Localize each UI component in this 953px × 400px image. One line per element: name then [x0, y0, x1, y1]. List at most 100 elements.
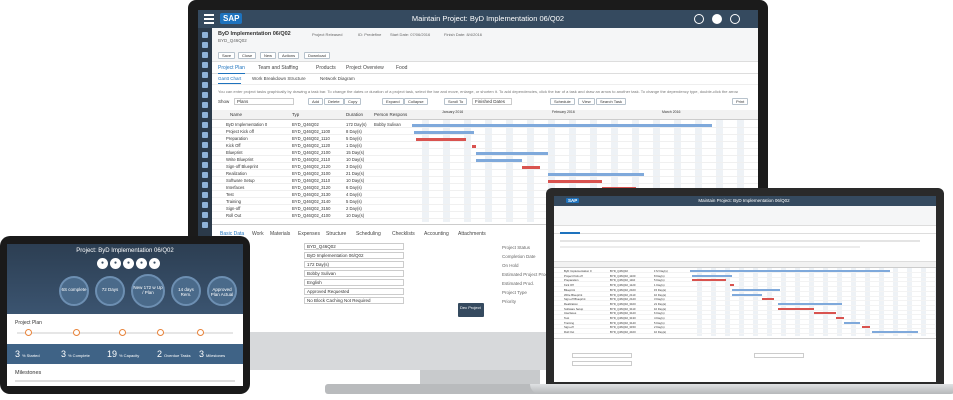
- dtab-structure[interactable]: Structure: [326, 231, 346, 237]
- gantt-task-bar[interactable]: [412, 124, 712, 127]
- dtab-attachments[interactable]: Attachments: [458, 231, 486, 237]
- avatar[interactable]: [712, 14, 722, 24]
- gantt-task-bar[interactable]: [548, 180, 602, 183]
- nav-icon[interactable]: [202, 192, 208, 198]
- milestone-marker[interactable]: [197, 329, 204, 336]
- kpi-circle[interactable]: Approved Plan Actual: [207, 276, 237, 306]
- nav-icon[interactable]: [202, 202, 208, 208]
- nav-icon[interactable]: [202, 152, 208, 158]
- tab-products[interactable]: Products: [316, 65, 336, 71]
- laptop-gantt-bar[interactable]: [762, 298, 774, 301]
- table-row[interactable]: Sign-off Blueprint BYD_Q46Q02_2120 3 Day(s…: [212, 164, 758, 170]
- laptop-gantt-bar[interactable]: [836, 317, 844, 319]
- nav-icon[interactable]: [202, 182, 208, 188]
- nav-home-icon[interactable]: [202, 32, 208, 38]
- laptop-table-row[interactable]: Sign-off Blueprint BYD_Q46Q02_2120 3 Day(s…: [554, 297, 936, 302]
- laptop-table-row[interactable]: Realization BYD_Q46Q02_3100 21 Day(s): [554, 302, 936, 306]
- laptop-table-row[interactable]: Preparation BYD_Q46Q02_1110 5 Day(s): [554, 278, 936, 283]
- tab-project-overview[interactable]: Project Overview: [346, 65, 384, 71]
- gantt-task-bar[interactable]: [522, 166, 540, 169]
- add-button[interactable]: Add: [308, 98, 324, 105]
- laptop-gantt-bar[interactable]: [778, 302, 842, 305]
- table-row[interactable]: Kick Off BYD_Q46Q02_1120 1 Day(s): [212, 143, 758, 149]
- nav-icon[interactable]: [202, 112, 208, 118]
- tablet-nav-icon[interactable]: ●: [149, 258, 160, 269]
- help-icon[interactable]: [730, 14, 740, 24]
- nav-icon[interactable]: [202, 212, 208, 218]
- subtab-wbs[interactable]: Work Breakdown Structure: [252, 76, 306, 81]
- laptop-field[interactable]: [572, 353, 632, 358]
- laptop-active-tab[interactable]: [560, 232, 580, 234]
- table-row[interactable]: Software Setup BYD_Q46Q02_3110 10 Day(s): [212, 178, 758, 184]
- nav-icon[interactable]: [202, 52, 208, 58]
- tab-food[interactable]: Food: [396, 65, 407, 71]
- gantt-task-bar[interactable]: [472, 145, 476, 148]
- laptop-gantt-bar[interactable]: [692, 274, 732, 277]
- table-row[interactable]: Preparation BYD_Q46Q02_1110 5 Day(s): [212, 136, 758, 142]
- laptop-table-row[interactable]: Test BYD_Q46Q02_3130 4 Day(s): [554, 316, 936, 320]
- dtab-work[interactable]: Work: [252, 231, 264, 237]
- schedule-button[interactable]: Schedule: [550, 98, 575, 105]
- tablet-nav-icon[interactable]: ●: [97, 258, 108, 269]
- laptop-table-row[interactable]: Project Kick off BYD_Q46Q02_1100 8 Day(s): [554, 274, 936, 278]
- dropdown-tag[interactable]: Dec Project: [458, 303, 484, 317]
- laptop-table-row[interactable]: Software Setup BYD_Q46Q02_3110 10 Day(s): [554, 307, 936, 311]
- milestone-marker[interactable]: [73, 329, 80, 336]
- download-button[interactable]: Download: [304, 52, 330, 59]
- responsible-field[interactable]: Bobby Sulivan: [304, 270, 404, 277]
- tab-team-staffing[interactable]: Team and Staffing: [258, 65, 298, 71]
- milestone-marker[interactable]: [157, 329, 164, 336]
- nav-icon[interactable]: [202, 42, 208, 48]
- delete-button[interactable]: Delete: [324, 98, 344, 105]
- copy-button[interactable]: Copy: [344, 98, 362, 105]
- expand-button[interactable]: Expand: [382, 98, 404, 105]
- gantt-task-bar[interactable]: [476, 159, 522, 162]
- laptop-table-row[interactable]: Kick Off BYD_Q46Q02_1120 1 Day(s): [554, 283, 936, 288]
- print-button[interactable]: Print: [732, 98, 749, 105]
- nav-icon[interactable]: [202, 222, 208, 228]
- new-button[interactable]: New: [260, 52, 277, 59]
- search-task-button[interactable]: Search Task: [596, 98, 626, 105]
- nav-icon[interactable]: [202, 132, 208, 138]
- tablet-nav-icon[interactable]: ●: [136, 258, 147, 269]
- laptop-gantt-bar[interactable]: [692, 279, 726, 282]
- search-icon[interactable]: [694, 14, 704, 24]
- nav-icon[interactable]: [202, 162, 208, 168]
- laptop-gantt-bar[interactable]: [732, 293, 762, 296]
- gantt-task-bar[interactable]: [548, 173, 644, 176]
- project-name-field[interactable]: ByD Implementation 06/Q02: [304, 252, 404, 259]
- nav-icon[interactable]: [202, 102, 208, 108]
- dtab-checklists[interactable]: Checklists: [392, 231, 415, 237]
- gantt-task-bar[interactable]: [414, 131, 474, 134]
- laptop-gantt-bar[interactable]: [862, 326, 870, 329]
- subtab-gantt[interactable]: Gantt Chart: [218, 76, 242, 84]
- tab-project-plan[interactable]: Project Plan: [218, 65, 245, 74]
- collapse-button[interactable]: Collapse: [404, 98, 428, 105]
- dtab-expenses[interactable]: Expenses: [298, 231, 320, 237]
- col-name[interactable]: Name: [230, 112, 242, 117]
- nav-icon[interactable]: [202, 62, 208, 68]
- kpi-circle[interactable]: 72 Days: [95, 276, 125, 306]
- dtab-scheduling[interactable]: Scheduling: [356, 231, 381, 237]
- laptop-gantt-bar[interactable]: [690, 270, 890, 272]
- nav-icon[interactable]: [202, 122, 208, 128]
- language-select[interactable]: English: [304, 279, 404, 286]
- kpi-circle[interactable]: 6S complete: [59, 276, 89, 306]
- dtab-accounting[interactable]: Accounting: [424, 231, 449, 237]
- tablet-nav-icon[interactable]: ●: [110, 258, 121, 269]
- laptop-table-row[interactable]: Training BYD_Q46Q02_3140 5 Day(s): [554, 321, 936, 325]
- kpi-circle[interactable]: New 172 w Up / Plan: [131, 274, 165, 308]
- laptop-table-row[interactable]: Sign-off BYD_Q46Q02_3150 2 Day(s): [554, 325, 936, 330]
- laptop-gantt-bar[interactable]: [778, 307, 814, 310]
- actions-button[interactable]: Actions: [278, 52, 300, 59]
- scroll-to-button[interactable]: Scroll To: [444, 98, 468, 105]
- gantt-task-bar[interactable]: [416, 138, 466, 141]
- table-row[interactable]: Realization BYD_Q46Q02_3100 21 Day(s): [212, 171, 758, 177]
- milestone-marker[interactable]: [119, 329, 126, 336]
- nav-icon[interactable]: [202, 82, 208, 88]
- col-duration[interactable]: Duration: [346, 112, 363, 117]
- laptop-gantt-bar[interactable]: [844, 321, 860, 324]
- col-responsible[interactable]: Person Respons: [374, 112, 407, 117]
- laptop-table-row[interactable]: Interfaces BYD_Q46Q02_3120 6 Day(s): [554, 311, 936, 316]
- nav-icon[interactable]: [202, 92, 208, 98]
